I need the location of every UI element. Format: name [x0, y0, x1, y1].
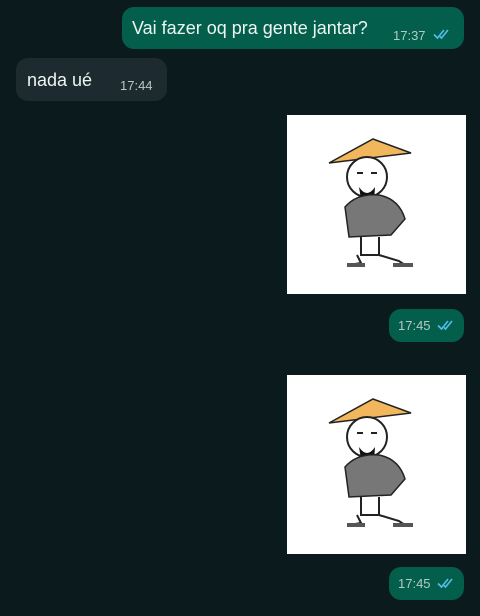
message-time: 17:45 [398, 318, 431, 333]
chat-area: Vai fazer oq pra gente jantar? 17:37 nad… [0, 0, 480, 616]
outgoing-message-bubble[interactable]: 17:45 [389, 567, 464, 600]
read-receipt-icon [437, 319, 457, 331]
message-text: Vai fazer oq pra gente jantar? [132, 18, 368, 38]
outgoing-message-bubble[interactable]: Vai fazer oq pra gente jantar? 17:37 [122, 7, 464, 49]
sticker-image[interactable] [287, 375, 466, 554]
sticker-image[interactable] [287, 115, 466, 294]
man-with-conical-hat-icon [328, 138, 413, 267]
message-time: 17:44 [120, 78, 153, 93]
message-time: 17:45 [398, 576, 431, 591]
outgoing-message-bubble[interactable]: 17:45 [389, 309, 464, 342]
read-receipt-icon [437, 577, 457, 589]
read-receipt-icon [433, 28, 453, 40]
message-time: 17:37 [393, 28, 426, 43]
incoming-message-bubble[interactable]: nada ué 17:44 [16, 58, 167, 101]
man-with-conical-hat-icon [328, 398, 413, 527]
message-text: nada ué [27, 70, 93, 90]
